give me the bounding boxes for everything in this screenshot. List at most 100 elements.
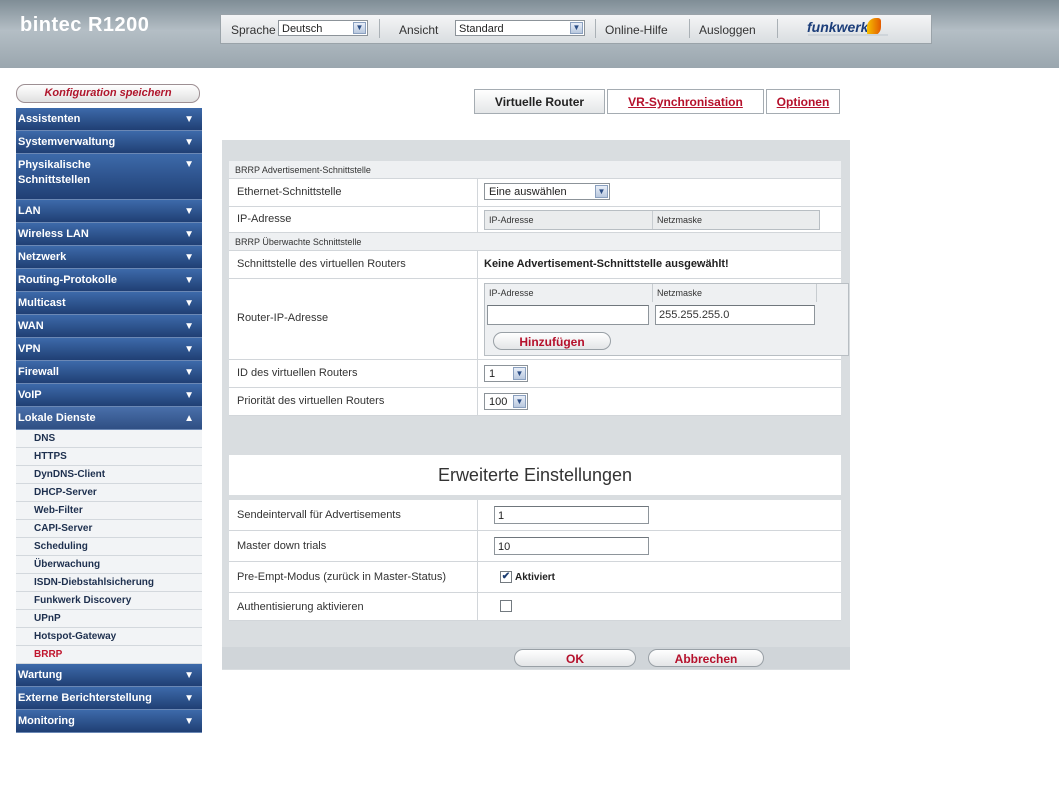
sidebar-subitem-dhcp-server[interactable]: DHCP-Server: [16, 484, 202, 502]
sidebar-item-wireless-lan[interactable]: Wireless LAN ▼: [16, 223, 202, 246]
view-select-value: Standard: [459, 23, 504, 35]
row-virtual-router-id: ID des virtuellen Routers 1 ▼: [229, 360, 841, 388]
brand-logo: funkwerk: [807, 19, 869, 35]
chevron-down-icon: ▼: [184, 275, 194, 286]
preempt-mode-checkbox[interactable]: ✔: [500, 571, 512, 583]
sidebar-subitem-scheduling[interactable]: Scheduling: [16, 538, 202, 556]
virtual-router-id-label: ID des virtuellen Routers: [237, 367, 358, 379]
virtual-router-id-select[interactable]: 1 ▼: [484, 365, 528, 382]
chevron-down-icon: ▼: [184, 252, 194, 263]
tab-vr-synchronisation[interactable]: VR-Synchronisation: [607, 89, 764, 114]
chevron-down-icon: ▼: [595, 185, 608, 198]
chevron-down-icon: ▼: [184, 367, 194, 378]
sidebar-item-label: Externe Berichterstellung: [18, 692, 152, 704]
sidebar-subitem-web-filter[interactable]: Web-Filter: [16, 502, 202, 520]
sidebar-subitem-dns[interactable]: DNS: [16, 430, 202, 448]
toolbar-divider: [595, 19, 596, 38]
form-button-bar: OK Abbrechen: [222, 647, 850, 669]
sidebar-item-wan[interactable]: WAN ▼: [16, 315, 202, 338]
router-netmask-column-header: Netzmaske: [653, 284, 817, 302]
master-down-trials-label: Master down trials: [237, 540, 327, 552]
language-label: Sprache: [231, 23, 276, 37]
sidebar-item-label: WAN: [18, 320, 44, 332]
sidebar-item-label: Wireless LAN: [18, 228, 89, 240]
virtual-router-id-value: 1: [489, 368, 496, 380]
chevron-down-icon: ▼: [184, 344, 194, 355]
view-label: Ansicht: [399, 23, 439, 37]
sidebar-item-label: LAN: [18, 205, 41, 217]
language-select[interactable]: Deutsch ▼: [278, 20, 368, 36]
sidebar-item-label: Netzwerk: [18, 251, 67, 263]
cancel-button[interactable]: Abbrechen: [648, 649, 764, 667]
chevron-down-icon: ▼: [184, 159, 194, 170]
chevron-down-icon: ▼: [353, 22, 366, 34]
tab-optionen[interactable]: Optionen: [766, 89, 840, 114]
sidebar-item-lan[interactable]: LAN ▼: [16, 200, 202, 223]
ip-address-table: IP-Adresse Netzmaske: [484, 210, 820, 230]
chevron-up-icon: ▲: [184, 413, 194, 424]
row-authentication: Authentisierung aktivieren: [229, 593, 841, 621]
sidebar-item-wartung[interactable]: Wartung ▼: [16, 664, 202, 687]
sidebar-item-firewall[interactable]: Firewall ▼: [16, 361, 202, 384]
sidebar-subitem-upnp[interactable]: UPnP: [16, 610, 202, 628]
sidebar-item-externe-berichterstellung[interactable]: Externe Berichterstellung ▼: [16, 687, 202, 710]
online-help-link[interactable]: Online-Hilfe: [605, 23, 668, 37]
sidebar-item-netzwerk[interactable]: Netzwerk ▼: [16, 246, 202, 269]
sidebar-subitem-isdn-diebstahlsicherung[interactable]: ISDN-Diebstahlsicherung: [16, 574, 202, 592]
row-preempt-mode: Pre-Empt-Modus (zurück in Master-Status)…: [229, 562, 841, 593]
ethernet-interface-select[interactable]: Eine auswählen ▼: [484, 183, 610, 200]
brand-underline: [808, 34, 888, 36]
virtual-router-priority-select[interactable]: 100 ▼: [484, 393, 528, 410]
sidebar-item-monitoring[interactable]: Monitoring ▼: [16, 710, 202, 733]
logout-link[interactable]: Ausloggen: [699, 23, 756, 37]
check-icon: ✔: [501, 571, 511, 582]
top-toolbar: Sprache Deutsch ▼ Ansicht Standard ▼ Onl…: [220, 14, 932, 44]
chevron-down-icon: ▼: [184, 321, 194, 332]
sidebar-item-lokale-dienste[interactable]: Lokale Dienste ▲: [16, 407, 202, 430]
chevron-down-icon: ▼: [184, 693, 194, 704]
toolbar-divider: [777, 19, 778, 38]
ip-address-label: IP-Adresse: [237, 213, 292, 225]
product-logo: bintec R1200: [20, 14, 150, 36]
chevron-down-icon: ▼: [570, 22, 583, 34]
save-configuration-button[interactable]: Konfiguration speichern: [16, 84, 200, 103]
row-router-ip: Router-IP-Adresse IP-Adresse Netzmaske 2…: [229, 279, 849, 360]
tab-virtuelle-router[interactable]: Virtuelle Router: [474, 89, 605, 114]
advanced-settings-title: Erweiterte Einstellungen: [229, 455, 841, 495]
sidebar-subitem-funkwerk-discovery[interactable]: Funkwerk Discovery: [16, 592, 202, 610]
sidebar-item-label: Monitoring: [18, 715, 75, 727]
view-select[interactable]: Standard ▼: [455, 20, 585, 36]
sidebar-subitem-dyndns-client[interactable]: DynDNS-Client: [16, 466, 202, 484]
advanced-settings-panel: Sendeintervall für Advertisements 1 Mast…: [229, 500, 841, 621]
sidebar-item-assistenten[interactable]: Assistenten ▼: [16, 108, 202, 131]
sidebar-item-voip[interactable]: VoIP ▼: [16, 384, 202, 407]
sidebar-item-label: VPN: [18, 343, 41, 355]
sidebar-item-label: Physikalische Schnittstellen: [18, 159, 91, 186]
sidebar-item-systemverwaltung[interactable]: Systemverwaltung ▼: [16, 131, 202, 154]
sidebar-item-vpn[interactable]: VPN ▼: [16, 338, 202, 361]
sidebar-subitem-ueberwachung[interactable]: Überwachung: [16, 556, 202, 574]
chevron-down-icon: ▼: [184, 137, 194, 148]
ok-button[interactable]: OK: [514, 649, 636, 667]
sidebar-item-label: Firewall: [18, 366, 59, 378]
sidebar-item-label: Systemverwaltung: [18, 136, 116, 148]
sidebar-item-routing-protokolle[interactable]: Routing-Protokolle ▼: [16, 269, 202, 292]
authentication-label: Authentisierung aktivieren: [237, 601, 364, 613]
chevron-down-icon: ▼: [184, 229, 194, 240]
sidebar-subitem-capi-server[interactable]: CAPI-Server: [16, 520, 202, 538]
sidebar-item-multicast[interactable]: Multicast ▼: [16, 292, 202, 315]
netmask-column-header: Netzmaske: [657, 215, 703, 225]
send-interval-input[interactable]: 1: [494, 506, 649, 524]
router-netmask-input[interactable]: 255.255.255.0: [655, 305, 815, 325]
sidebar-subitem-hotspot-gateway[interactable]: Hotspot-Gateway: [16, 628, 202, 646]
sidebar-subitem-brrp[interactable]: BRRP: [16, 646, 202, 664]
master-down-trials-input[interactable]: 10: [494, 537, 649, 555]
sidebar-subitem-https[interactable]: HTTPS: [16, 448, 202, 466]
router-ip-column-header: IP-Adresse: [485, 284, 653, 302]
sidebar-item-physikalische-schnittstellen[interactable]: Physikalische Schnittstellen ▼: [16, 154, 202, 200]
authentication-checkbox[interactable]: [500, 600, 512, 612]
router-ip-label: Router-IP-Adresse: [237, 312, 329, 324]
add-button[interactable]: Hinzufügen: [493, 332, 611, 350]
router-ip-input[interactable]: [487, 305, 649, 325]
toolbar-divider: [379, 19, 380, 38]
